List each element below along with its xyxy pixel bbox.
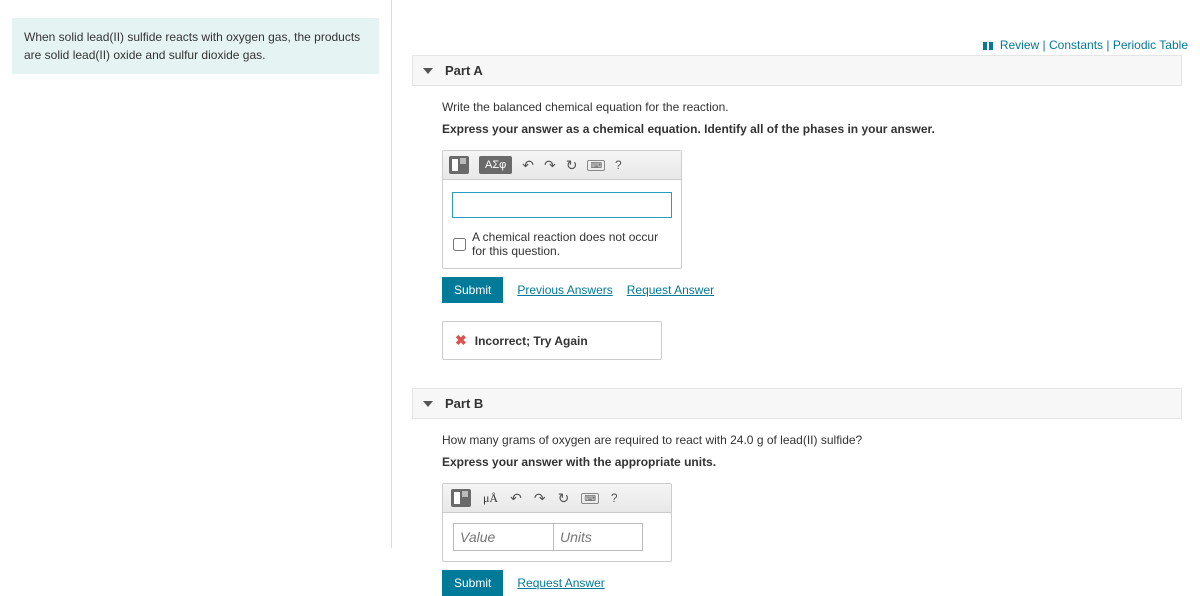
no-reaction-checkbox[interactable] bbox=[453, 238, 466, 251]
units-input[interactable] bbox=[553, 523, 643, 551]
units-symbol-button[interactable]: μÅ bbox=[483, 491, 498, 506]
part-b-prompt: How many grams of oxygen are required to… bbox=[442, 433, 1200, 447]
request-answer-link[interactable]: Request Answer bbox=[517, 576, 604, 590]
equation-input[interactable] bbox=[452, 192, 672, 218]
part-a-header: Part A bbox=[412, 55, 1182, 86]
template-icon[interactable] bbox=[451, 489, 471, 507]
redo-icon[interactable]: ↷ bbox=[544, 157, 556, 174]
part-a-prompt: Write the balanced chemical equation for… bbox=[442, 100, 1200, 114]
part-a-title: Part A bbox=[445, 63, 483, 78]
part-b-instruction: Express your answer with the appropriate… bbox=[442, 455, 1200, 469]
previous-answers-link[interactable]: Previous Answers bbox=[517, 283, 612, 297]
part-b-body: How many grams of oxygen are required to… bbox=[412, 419, 1200, 596]
right-column: Review | Constants | Periodic Table Part… bbox=[392, 0, 1200, 548]
left-column: When solid lead(II) sulfide reacts with … bbox=[0, 0, 392, 548]
help-icon[interactable]: ? bbox=[611, 491, 618, 505]
review-link[interactable]: Review bbox=[1000, 38, 1039, 52]
undo-icon[interactable]: ↶ bbox=[510, 490, 522, 507]
part-a-actions: Submit Previous Answers Request Answer bbox=[442, 277, 1200, 303]
undo-icon[interactable]: ↶ bbox=[522, 157, 534, 174]
feedback-box: ✖ Incorrect; Try Again bbox=[442, 321, 662, 360]
collapse-caret-icon[interactable] bbox=[423, 68, 433, 74]
incorrect-icon: ✖ bbox=[455, 332, 467, 349]
constants-link[interactable]: Constants bbox=[1049, 38, 1103, 52]
help-icon[interactable]: ? bbox=[615, 158, 622, 172]
part-b-header: Part B bbox=[412, 388, 1182, 419]
submit-button[interactable]: Submit bbox=[442, 570, 503, 596]
value-units-row bbox=[443, 513, 671, 561]
redo-icon[interactable]: ↷ bbox=[534, 490, 546, 507]
no-reaction-row: A chemical reaction does not occur for t… bbox=[443, 230, 681, 268]
part-b-answer-box: μÅ ↶ ↷ ↻ ⌨ ? bbox=[442, 483, 672, 562]
part-a-body: Write the balanced chemical equation for… bbox=[412, 86, 1200, 360]
greek-button[interactable]: ΑΣφ bbox=[479, 156, 512, 174]
part-b-title: Part B bbox=[445, 396, 483, 411]
no-reaction-label: A chemical reaction does not occur for t… bbox=[472, 230, 671, 258]
keyboard-icon[interactable]: ⌨ bbox=[581, 493, 599, 504]
template-icon[interactable] bbox=[449, 156, 469, 174]
reset-icon[interactable]: ↻ bbox=[558, 490, 570, 507]
part-b-section: Part B How many grams of oxygen are requ… bbox=[412, 388, 1200, 596]
part-a-section: Part A Write the balanced chemical equat… bbox=[412, 55, 1200, 360]
feedback-text: Incorrect; Try Again bbox=[475, 334, 588, 348]
collapse-caret-icon[interactable] bbox=[423, 401, 433, 407]
request-answer-link[interactable]: Request Answer bbox=[627, 283, 714, 297]
keyboard-icon[interactable]: ⌨ bbox=[587, 160, 605, 171]
submit-button[interactable]: Submit bbox=[442, 277, 503, 303]
problem-statement: When solid lead(II) sulfide reacts with … bbox=[12, 18, 379, 74]
reset-icon[interactable]: ↻ bbox=[566, 157, 578, 174]
periodic-table-link[interactable]: Periodic Table bbox=[1113, 38, 1188, 52]
top-links: Review | Constants | Periodic Table bbox=[983, 38, 1189, 52]
part-a-instruction: Express your answer as a chemical equati… bbox=[442, 122, 1200, 136]
part-a-answer-box: ΑΣφ ↶ ↷ ↻ ⌨ ? A chemical reaction does n… bbox=[442, 150, 682, 269]
part-b-actions: Submit Request Answer bbox=[442, 570, 1200, 596]
review-icon bbox=[983, 42, 993, 50]
part-b-toolbar: μÅ ↶ ↷ ↻ ⌨ ? bbox=[443, 484, 671, 513]
part-a-toolbar: ΑΣφ ↶ ↷ ↻ ⌨ ? bbox=[443, 151, 681, 180]
value-input[interactable] bbox=[453, 523, 553, 551]
